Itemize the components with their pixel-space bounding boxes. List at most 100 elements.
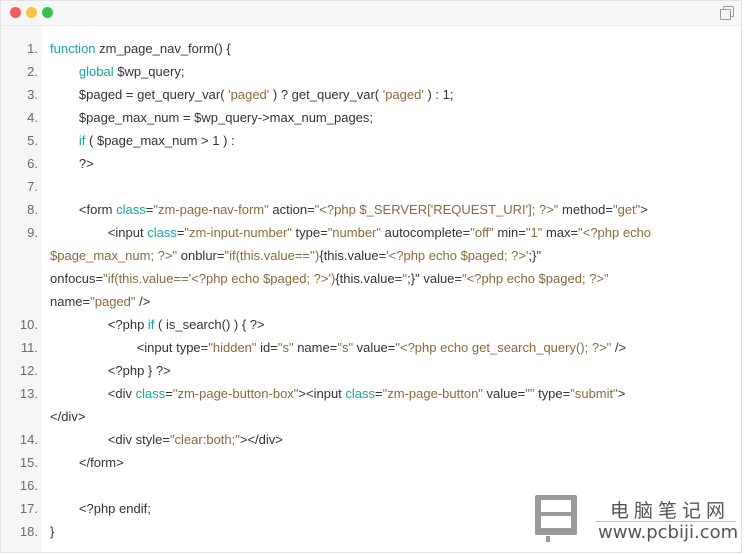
code-text: ><input: [298, 386, 346, 401]
code-text: $page_max_num = $wp_query->max_num_pages…: [50, 110, 374, 125]
code-text: <input type=: [50, 340, 209, 355]
code-text: ( $page_max_num > 1 ) :: [85, 133, 235, 148]
line-number: 12.: [19, 363, 38, 378]
line-number: 17.: [19, 501, 38, 516]
code-string: '<?php echo $paged; ?>': [386, 248, 529, 263]
code-text: <?php endif;: [50, 501, 151, 516]
code-text: $wp_query;: [113, 64, 185, 79]
maximize-dot[interactable]: [42, 7, 53, 18]
code-keyword: function: [50, 41, 96, 56]
code-line: <div style="clear:both;"></div>: [50, 428, 730, 451]
code-string: "<?php echo $paged; ?>": [462, 271, 609, 286]
code-area: function zm_page_nav_form() { global $wp…: [42, 26, 741, 552]
code-string: "hidden": [208, 340, 257, 355]
code-keyword: global: [78, 64, 114, 79]
code-line: </div>: [50, 405, 730, 428]
code-keyword: class: [116, 202, 146, 217]
code-string: "zm-page-button-box": [172, 386, 299, 401]
code-keyword: class: [147, 225, 177, 240]
code-text: {this.value=: [335, 271, 403, 286]
line-number: 6.: [27, 156, 38, 171]
code-text: value=: [353, 340, 396, 355]
watermark-logo: 电脑笔记网 www.pcbiji.com: [532, 494, 742, 546]
code-text: onfocus=: [50, 271, 104, 286]
code-text: name=: [50, 294, 91, 309]
code-text: ) : 1;: [423, 87, 454, 102]
code-text: ;}": [528, 248, 542, 263]
line-number: 16.: [19, 478, 38, 493]
code-text: ;}" value=: [407, 271, 463, 286]
code-string: "<?php echo: [578, 225, 652, 240]
code-text: value=: [482, 386, 526, 401]
watermark-url: www.pcbiji.com: [598, 522, 739, 543]
code-window: 1. 2. 3. 4. 5. 6. 7. 8. 9. 10. 11. 12. 13. 14. 15. 16. 1…: [0, 0, 742, 553]
line-number: 13.: [19, 386, 38, 401]
code-string: "s": [337, 340, 354, 355]
code-keyword: class: [345, 386, 376, 401]
code-line: <div class="zm-page-button-box"><input c…: [50, 382, 730, 405]
code-line: <input type="hidden" id="s" name="s" val…: [50, 336, 730, 359]
code-text: min=: [493, 225, 526, 240]
copy-icon[interactable]: [720, 6, 734, 20]
code-text: <form: [50, 202, 117, 217]
code-text: >: [640, 202, 648, 217]
code-line: $paged = get_query_var( 'paged' ) ? get_…: [50, 83, 730, 106]
code-line: <input class="zm-input-number" type="num…: [50, 221, 730, 244]
code-text: }: [50, 524, 55, 539]
line-number: 7.: [27, 179, 38, 194]
line-number: 5.: [27, 133, 38, 148]
code-text: >: [617, 386, 626, 401]
code-text: </form>: [50, 455, 124, 470]
code-string: "s": [277, 340, 294, 355]
code-text: <?php } ?>: [50, 363, 171, 378]
code-string: "zm-page-button": [382, 386, 483, 401]
code-text: <input: [50, 225, 148, 240]
code-string: $page_max_num; ?>": [50, 248, 178, 263]
code-string: "zm-page-nav-form": [153, 202, 269, 217]
code-string: "number": [327, 225, 381, 240]
code-text: <div style=: [50, 432, 170, 447]
code-string: "1": [525, 225, 543, 240]
code-text: </div>: [50, 409, 86, 424]
line-number: 14.: [19, 432, 38, 447]
code-text: />: [611, 340, 627, 355]
line-number: 18.: [19, 524, 38, 539]
code-string: "get": [612, 202, 641, 217]
code-text: ( is_search() ) { ?>: [154, 317, 265, 332]
code-line: <form class="zm-page-nav-form" action="<…: [50, 198, 730, 221]
line-number: 2.: [27, 64, 38, 79]
code-text: type=: [291, 225, 328, 240]
code-line: <?php } ?>: [50, 359, 730, 382]
line-number: 9.: [27, 225, 38, 240]
code-text: method=: [558, 202, 613, 217]
code-line: <?php if ( is_search() ) { ?>: [50, 313, 730, 336]
close-dot[interactable]: [10, 7, 21, 18]
minimize-dot[interactable]: [26, 7, 37, 18]
code-text: =: [165, 386, 173, 401]
code-line: onfocus="if(this.value=='<?php echo $pag…: [50, 267, 730, 290]
code-line: if ( $page_max_num > 1 ) :: [50, 129, 730, 152]
code-text: id=: [256, 340, 278, 355]
code-text: max=: [542, 225, 579, 240]
line-number: 8.: [27, 202, 38, 217]
code-string: "submit": [570, 386, 618, 401]
code-line: $page_max_num; ?>" onblur="if(this.value…: [50, 244, 730, 267]
line-number: 3.: [27, 87, 38, 102]
code-string: "off": [470, 225, 494, 240]
code-string: 'paged': [228, 87, 270, 102]
code-line: ?>: [50, 152, 730, 175]
code-line: $page_max_num = $wp_query->max_num_pages…: [50, 106, 730, 129]
code-text: autocomplete=: [381, 225, 471, 240]
code-line: function zm_page_nav_form() {: [50, 37, 730, 60]
code-text: $paged = get_query_var(: [50, 87, 229, 102]
code-text: ) ? get_query_var(: [269, 87, 383, 102]
watermark-cn: 电脑笔记网: [610, 500, 731, 522]
code-line: name="paged" />: [50, 290, 730, 313]
code-string: "zm-input-number": [184, 225, 292, 240]
code-text: ?>: [50, 156, 94, 171]
code-text: action=: [268, 202, 315, 217]
line-number: 1.: [27, 41, 38, 56]
line-number-gutter: 1. 2. 3. 4. 5. 6. 7. 8. 9. 10. 11. 12. 13. 14. 15. 16. 1…: [1, 26, 42, 552]
